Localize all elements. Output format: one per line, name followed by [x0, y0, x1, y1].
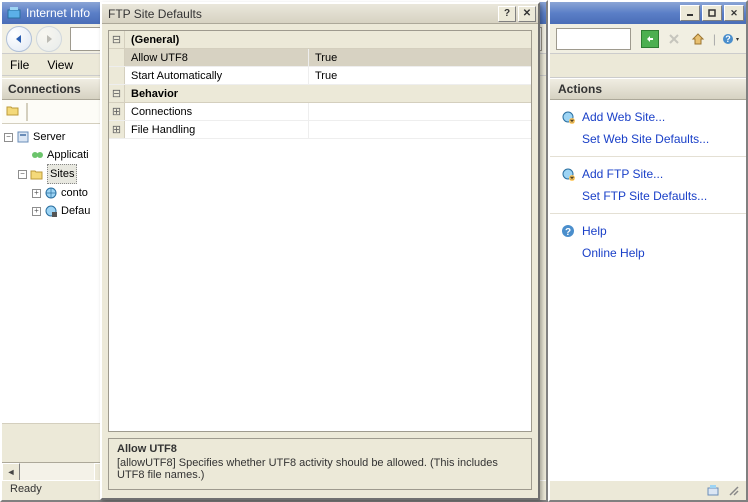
- resize-grip-icon[interactable]: [726, 483, 742, 499]
- actions-group-web: ✳ Add Web Site... Set Web Site Defaults.…: [550, 100, 746, 157]
- expand-icon[interactable]: ⊞: [109, 103, 125, 120]
- action-add-web-site[interactable]: ✳ Add Web Site...: [550, 106, 746, 128]
- status-text: Ready: [10, 483, 42, 495]
- actions-group-help: ? Help Online Help: [550, 214, 746, 270]
- property-grid: ⊟ (General) Allow UTF8 True Start Automa…: [108, 30, 532, 432]
- svg-text:?: ?: [565, 227, 571, 238]
- scroll-track[interactable]: [20, 463, 94, 480]
- status-icon-1[interactable]: [706, 483, 722, 499]
- go-button[interactable]: [641, 30, 659, 48]
- toolbar-spacer: [550, 54, 746, 78]
- help-dropdown-icon[interactable]: ?: [722, 30, 740, 48]
- expand-spacer: [109, 67, 125, 84]
- toolbar-sep: |: [713, 32, 716, 46]
- iis-icon: [6, 5, 22, 21]
- svg-text:✳: ✳: [569, 118, 574, 124]
- app-pools-icon: [29, 147, 45, 163]
- tree-site-1[interactable]: + conto: [4, 184, 109, 202]
- connections-panel: Connections − Server Applicati − Sites: [2, 78, 112, 480]
- svg-text:✳: ✳: [569, 175, 574, 181]
- globe-icon: [43, 185, 59, 201]
- tree-site-2[interactable]: + Defau: [4, 202, 109, 220]
- collapse-icon[interactable]: ⊟: [109, 31, 125, 48]
- home-icon[interactable]: [689, 30, 707, 48]
- address-area[interactable]: [556, 28, 631, 50]
- spacer-icon: [560, 131, 576, 147]
- minimize-button[interactable]: [680, 5, 700, 21]
- globe-add-icon: ✳: [560, 109, 576, 125]
- folder-open-icon[interactable]: [6, 104, 22, 120]
- actions-titlebar: ✕: [550, 2, 746, 24]
- tree-app-pools[interactable]: Applicati: [4, 146, 109, 164]
- actions-window: ✕ | ? Actions ✳ Add Web Site... Set Web …: [548, 0, 748, 502]
- close-button[interactable]: ✕: [724, 5, 744, 21]
- sites-folder-icon: [29, 166, 45, 182]
- maximize-button[interactable]: [702, 5, 722, 21]
- help-icon: ?: [560, 223, 576, 239]
- action-add-ftp-site[interactable]: ✳ Add FTP Site...: [550, 163, 746, 185]
- dialog-titlebar[interactable]: FTP Site Defaults ? ✕: [102, 4, 538, 24]
- collapse-icon[interactable]: ⊟: [109, 85, 125, 102]
- description-title: Allow UTF8: [117, 443, 523, 455]
- tree-hscroll[interactable]: ◄ ►: [2, 462, 112, 480]
- action-help[interactable]: ? Help: [550, 220, 746, 242]
- expand-icon[interactable]: +: [32, 189, 41, 198]
- connections-header: Connections: [2, 78, 111, 100]
- svg-text:?: ?: [725, 34, 731, 44]
- actions-header: Actions: [550, 78, 746, 100]
- actions-toolbar: | ?: [550, 24, 746, 54]
- dialog-title: FTP Site Defaults: [108, 7, 496, 21]
- description-body: [allowUTF8] Specifies whether UTF8 activ…: [117, 457, 523, 481]
- actions-group-ftp: ✳ Add FTP Site... Set FTP Site Defaults.…: [550, 157, 746, 214]
- tree-sites[interactable]: − Sites: [4, 164, 109, 184]
- connections-toolbar: [2, 100, 111, 124]
- close-button[interactable]: ✕: [518, 6, 536, 22]
- server-icon: [15, 129, 31, 145]
- actions-panel: Actions ✳ Add Web Site... Set Web Site D…: [550, 78, 746, 480]
- prop-start-auto[interactable]: Start Automatically True: [109, 67, 531, 85]
- stop-icon[interactable]: [665, 30, 683, 48]
- category-behavior[interactable]: ⊟ Behavior: [109, 85, 531, 103]
- connections-tree: − Server Applicati − Sites + conto +: [2, 124, 111, 424]
- expand-spacer: [109, 49, 125, 66]
- spacer-icon: [560, 245, 576, 261]
- action-online-help[interactable]: Online Help: [550, 242, 746, 264]
- back-button[interactable]: [6, 26, 32, 52]
- forward-button[interactable]: [36, 26, 62, 52]
- help-button[interactable]: ?: [498, 6, 516, 22]
- menu-file[interactable]: File: [10, 58, 29, 72]
- globe-add-icon: ✳: [560, 166, 576, 182]
- divider: [26, 103, 28, 121]
- globe-lock-icon: [43, 203, 59, 219]
- right-status-bar: [550, 480, 746, 500]
- prop-connections[interactable]: ⊞ Connections: [109, 103, 531, 121]
- collapse-icon[interactable]: −: [18, 170, 27, 179]
- prop-file-handling[interactable]: ⊞ File Handling: [109, 121, 531, 139]
- menu-view[interactable]: View: [47, 58, 73, 72]
- expand-icon[interactable]: +: [32, 207, 41, 216]
- collapse-icon[interactable]: −: [4, 133, 13, 142]
- scroll-left-icon[interactable]: ◄: [2, 463, 20, 481]
- tree-server[interactable]: − Server: [4, 128, 109, 146]
- prop-allow-utf8[interactable]: Allow UTF8 True: [109, 49, 531, 67]
- category-general[interactable]: ⊟ (General): [109, 31, 531, 49]
- spacer-icon: [560, 188, 576, 204]
- action-set-web-defaults[interactable]: Set Web Site Defaults...: [550, 128, 746, 150]
- description-pane: Allow UTF8 [allowUTF8] Specifies whether…: [108, 438, 532, 490]
- action-set-ftp-defaults[interactable]: Set FTP Site Defaults...: [550, 185, 746, 207]
- ftp-site-defaults-dialog: FTP Site Defaults ? ✕ ⊟ (General) Allow …: [100, 2, 540, 500]
- expand-icon[interactable]: ⊞: [109, 121, 125, 138]
- main-title: Internet Info: [26, 6, 90, 20]
